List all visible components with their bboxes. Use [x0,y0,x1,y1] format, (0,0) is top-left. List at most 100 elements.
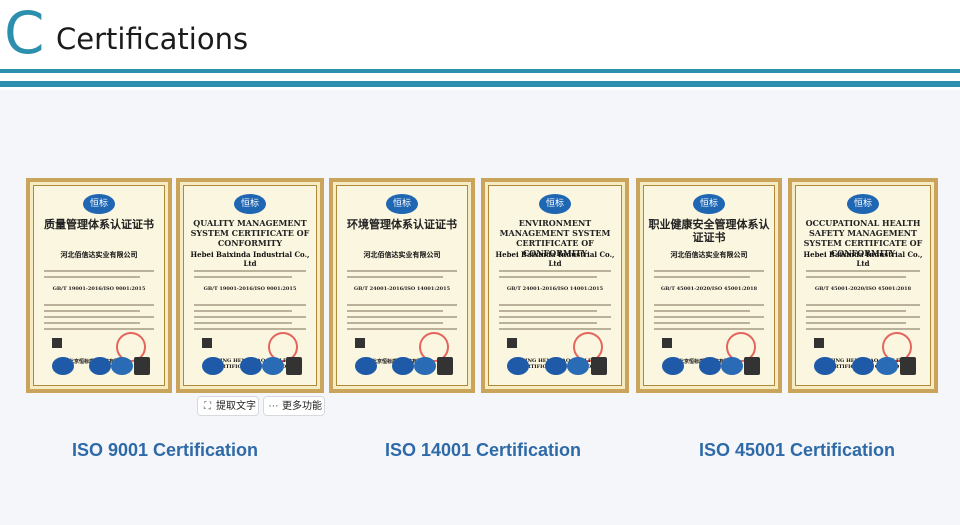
accreditation-logos [48,357,150,375]
certificate-title: 职业健康安全管理体系认证证书 [648,218,770,244]
iaf-logo [391,357,414,375]
certificate-image[interactable]: 恒标 ENVIRONMENT MANAGEMENT SYSTEM CERTIFI… [481,178,629,393]
iaf-logo [852,357,875,375]
cnas-logo [721,357,744,375]
accreditation-logos [810,357,916,375]
certificate-company: Hebei Baixinda Industrial Co., Ltd [803,250,923,268]
certificate-text-line [499,328,611,330]
accreditation-logos [351,357,453,375]
certifier-emblem: 恒标 [847,194,879,214]
accreditation-logo [814,357,836,375]
more-features-button[interactable]: ⋯ 更多功能 [263,396,325,416]
certificate-text-line [654,304,764,306]
certificate-text-line [499,310,597,312]
registration-mark [437,357,453,375]
certificate-text-line [654,310,750,312]
certificate-text-line [44,270,154,272]
certificate-text-line [347,322,443,324]
certificate-title: 质量管理体系认证证书 [44,218,154,231]
header-divider-bottom [0,81,960,87]
certificate-text-line [654,276,750,278]
certificate-text-line [44,304,154,306]
header-divider-top [0,69,960,73]
cnas-logo [111,357,134,375]
certificate-image[interactable]: 恒标 职业健康安全管理体系认证证书 河北佰信达实业有限公司 GB/T 45001… [636,178,782,393]
iaf-logo [698,357,721,375]
certificate-text-line [499,304,611,306]
certificate-company: Hebei Baixinda Industrial Co., Ltd [495,250,615,268]
certificate-text-line [499,270,611,272]
certificate-company: Hebei Baixinda Industrial Co., Ltd [190,250,310,268]
certificate-image[interactable]: 恒标 质量管理体系认证证书 河北佰信达实业有限公司 GB/T 19001-201… [26,178,172,393]
certificate-standard: GB/T 45001-2020/ISO 45001:2018 [814,286,912,292]
certificate-image[interactable]: 恒标 QUALITY MANAGEMENT SYSTEM CERTIFICATE… [176,178,324,393]
section-logo-letter: C [4,0,45,67]
certificate-text-line [806,270,920,272]
certificate-text-line [499,316,611,318]
certificate-text-line [194,276,292,278]
accreditation-logo [355,357,377,375]
registration-mark [134,357,150,375]
certificate-text-line [194,328,306,330]
certificate-company: 河北佰信达实业有限公司 [670,250,748,259]
accreditation-logo [662,357,684,375]
certificate-border: 恒标 职业健康安全管理体系认证证书 河北佰信达实业有限公司 GB/T 45001… [643,185,775,386]
registration-mark [286,357,302,375]
certificate-border: 恒标 OCCUPATIONAL HEALTH SAFETY MANAGEMENT… [795,185,931,386]
certificate-border: 恒标 ENVIRONMENT MANAGEMENT SYSTEM CERTIFI… [488,185,622,386]
certificate-standard: GB/T 19001-2016/ISO 9001:2015 [203,286,297,292]
extract-text-button[interactable]: ⛶ 提取文字 [197,396,259,416]
registration-mark [591,357,607,375]
certificate-text-line [44,328,154,330]
cnas-logo [567,357,590,375]
caption-iso-9001: ISO 9001 Certification [71,440,259,460]
caption-iso-14001: ISO 14001 Certification [384,440,582,460]
registration-mark [744,357,760,375]
certificate-standard: GB/T 19001-2016/ISO 9001:2015 [52,286,146,292]
certificate-standard: GB/T 45001-2020/ISO 45001:2018 [660,286,758,292]
certifier-emblem: 恒标 [386,194,418,214]
certificate-text-line [347,276,443,278]
qr-code [812,336,826,350]
accreditation-logos [658,357,760,375]
certificate-text-line [194,322,292,324]
certificate-standard: GB/T 24001-2016/ISO 14001:2015 [506,286,604,292]
accreditation-logos [503,357,607,375]
iaf-logo [544,357,567,375]
qr-code [200,336,214,350]
certificate-border: 恒标 环境管理体系认证证书 河北佰信达实业有限公司 GB/T 24001-201… [336,185,468,386]
certifier-emblem: 恒标 [234,194,266,214]
caption-iso-45001: ISO 45001 Certification [698,440,896,460]
qr-code [353,336,367,350]
extract-text-label: 提取文字 [216,401,256,412]
certificate-company: 河北佰信达实业有限公司 [363,250,441,259]
certificate-text-line [194,316,306,318]
qr-code [505,336,519,350]
more-dots-icon: ⋯ [268,401,279,412]
certificate-text-line [194,270,306,272]
iaf-logo [239,357,262,375]
registration-mark [900,357,916,375]
certificate-title: 环境管理体系认证证书 [347,218,457,231]
cnas-logo [414,357,437,375]
certificate-image[interactable]: 恒标 OCCUPATIONAL HEALTH SAFETY MANAGEMENT… [788,178,938,393]
qr-code [50,336,64,350]
certificate-text-line [654,316,764,318]
certificate-text-line [806,322,906,324]
page-header: C Certifications [0,0,960,90]
certificate-text-line [347,328,457,330]
accreditation-logos [198,357,302,375]
qr-code [660,336,674,350]
certificate-text-line [44,276,140,278]
text-scan-icon: ⛶ [204,401,211,412]
certificate-border: 恒标 QUALITY MANAGEMENT SYSTEM CERTIFICATE… [183,185,317,386]
certificate-company: 河北佰信达实业有限公司 [60,250,138,259]
certificate-text-line [806,310,906,312]
certificate-title: QUALITY MANAGEMENT SYSTEM CERTIFICATE OF… [190,218,310,248]
certificate-standard: GB/T 24001-2016/ISO 14001:2015 [353,286,451,292]
iaf-logo [88,357,111,375]
certifier-emblem: 恒标 [83,194,115,214]
certificate-text-line [347,310,443,312]
certificate-image[interactable]: 恒标 环境管理体系认证证书 河北佰信达实业有限公司 GB/T 24001-201… [329,178,475,393]
certificate-text-line [654,328,764,330]
